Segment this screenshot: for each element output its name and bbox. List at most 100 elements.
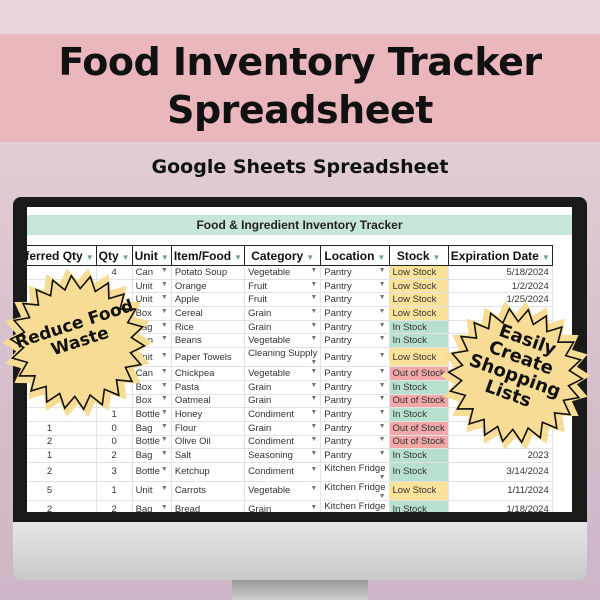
cell-location[interactable]: Pantry ▼ — [320, 394, 390, 409]
cell-category[interactable]: Vegetable ▼ — [244, 366, 322, 381]
dropdown-icon[interactable]: ▼ — [379, 281, 386, 288]
cell-location[interactable]: Pantry ▼ — [320, 333, 390, 349]
dropdown-icon[interactable]: ▼ — [310, 368, 317, 375]
dropdown-icon[interactable]: ▼ — [379, 382, 386, 389]
cell-category[interactable]: Vegetable ▼ — [244, 333, 322, 349]
column-header[interactable]: Item/Food ▼ — [170, 245, 246, 266]
dropdown-icon[interactable]: ▼ — [379, 423, 386, 430]
cell-category[interactable]: Cleaning Supply ▼ — [244, 347, 322, 368]
filter-icon[interactable]: ▼ — [234, 253, 242, 262]
cell-location[interactable]: Pantry ▼ — [320, 366, 390, 381]
column-header[interactable]: Qty ▼ — [95, 245, 133, 266]
cell-category[interactable]: Grain ▼ — [244, 306, 322, 321]
cell-location[interactable]: Kitchen Fridge▼ — [320, 462, 390, 482]
cell-unit[interactable]: Bottle ▼ — [132, 462, 172, 482]
cell-location[interactable]: Kitchen Fridge▼ — [320, 481, 390, 501]
column-header[interactable]: Location ▼ — [320, 245, 390, 266]
cell-location[interactable]: Pantry ▼ — [320, 320, 390, 335]
cell-stock[interactable]: Low Stock — [389, 265, 449, 280]
column-header[interactable]: Category ▼ — [244, 245, 322, 266]
dropdown-icon[interactable]: ▼ — [161, 423, 168, 430]
column-header[interactable]: Stock ▼ — [388, 245, 449, 266]
column-header[interactable]: Preferred Qty▼ — [27, 245, 97, 266]
cell-location[interactable]: Pantry ▼ — [320, 306, 390, 321]
dropdown-icon[interactable]: ▼ — [310, 308, 317, 315]
dropdown-icon[interactable]: ▼ — [161, 322, 168, 329]
cell-location[interactable]: Pantry ▼ — [320, 435, 390, 450]
cell-location[interactable]: Pantry ▼ — [320, 421, 390, 436]
dropdown-icon[interactable]: ▼ — [379, 335, 386, 342]
cell-stock[interactable]: Low Stock — [389, 481, 449, 501]
cell-location[interactable]: Kitchen Fridge▼ — [320, 500, 390, 512]
cell-unit[interactable]: Bag▼ — [132, 500, 172, 512]
dropdown-icon[interactable]: ▼ — [161, 368, 168, 375]
cell-location[interactable]: Pantry ▼ — [320, 347, 390, 368]
cell-category[interactable]: Condiment ▼ — [244, 462, 322, 482]
dropdown-icon[interactable]: ▼ — [161, 395, 168, 402]
dropdown-icon[interactable]: ▼ — [310, 504, 317, 511]
dropdown-icon[interactable]: ▼ — [310, 382, 317, 389]
dropdown-icon[interactable]: ▼ — [161, 352, 168, 359]
filter-icon[interactable]: ▼ — [122, 253, 130, 262]
dropdown-icon[interactable]: ▼ — [161, 436, 168, 443]
cell-location[interactable]: Pantry ▼ — [320, 292, 390, 308]
dropdown-icon[interactable]: ▼ — [379, 308, 386, 315]
cell-unit[interactable]: Bag▼ — [132, 421, 172, 436]
cell-stock[interactable]: In Stock — [389, 500, 449, 512]
filter-icon[interactable]: ▼ — [161, 253, 169, 262]
cell-category[interactable]: Condiment ▼ — [244, 435, 322, 450]
cell-category[interactable]: Fruit ▼ — [244, 292, 322, 308]
dropdown-icon[interactable]: ▼ — [310, 423, 317, 430]
cell-category[interactable]: Vegetable ▼ — [244, 265, 322, 280]
cell-category[interactable]: Vegetable ▼ — [244, 481, 322, 501]
dropdown-icon[interactable]: ▼ — [161, 281, 168, 288]
cell-unit[interactable]: Unit ▼ — [132, 481, 172, 501]
cell-category[interactable]: Condiment ▼ — [244, 407, 322, 422]
dropdown-icon[interactable]: ▼ — [310, 485, 317, 492]
filter-icon[interactable]: ▼ — [542, 253, 550, 262]
dropdown-icon[interactable]: ▼ — [310, 335, 317, 342]
filter-icon[interactable]: ▼ — [433, 253, 441, 262]
cell-category[interactable]: Grain ▼ — [244, 380, 322, 395]
dropdown-icon[interactable]: ▼ — [161, 267, 168, 274]
cell-location[interactable]: Pantry ▼ — [320, 448, 390, 463]
cell-unit[interactable]: Bag▼ — [132, 448, 172, 463]
dropdown-icon[interactable]: ▼ — [379, 436, 386, 443]
dropdown-icon[interactable]: ▼ — [310, 267, 317, 274]
dropdown-icon[interactable]: ▼ — [310, 359, 317, 366]
cell-location[interactable]: Pantry ▼ — [320, 265, 390, 280]
dropdown-icon[interactable]: ▼ — [379, 409, 386, 416]
filter-icon[interactable]: ▼ — [86, 253, 94, 262]
cell-stock[interactable]: Low Stock — [389, 279, 449, 294]
dropdown-icon[interactable]: ▼ — [310, 281, 317, 288]
dropdown-icon[interactable]: ▼ — [379, 294, 386, 301]
dropdown-icon[interactable]: ▼ — [379, 267, 386, 274]
cell-category[interactable]: Grain ▼ — [244, 320, 322, 335]
cell-category[interactable]: Grain ▼ — [244, 500, 322, 512]
dropdown-icon[interactable]: ▼ — [310, 322, 317, 329]
cell-category[interactable]: Grain ▼ — [244, 421, 322, 436]
dropdown-icon[interactable]: ▼ — [161, 335, 168, 342]
cell-category[interactable]: Grain ▼ — [244, 394, 322, 409]
dropdown-icon[interactable]: ▼ — [310, 294, 317, 301]
dropdown-icon[interactable]: ▼ — [310, 409, 317, 416]
dropdown-icon[interactable]: ▼ — [310, 466, 317, 473]
column-header[interactable]: Expiration Date ▼ — [447, 245, 553, 266]
dropdown-icon[interactable]: ▼ — [379, 493, 386, 500]
dropdown-icon[interactable]: ▼ — [161, 308, 168, 315]
cell-category[interactable]: Seasoning ▼ — [244, 448, 322, 463]
dropdown-icon[interactable]: ▼ — [161, 382, 168, 389]
cell-stock[interactable]: In Stock — [389, 462, 449, 482]
dropdown-icon[interactable]: ▼ — [161, 485, 168, 492]
cell-category[interactable]: Fruit ▼ — [244, 279, 322, 294]
dropdown-icon[interactable]: ▼ — [161, 450, 168, 457]
dropdown-icon[interactable]: ▼ — [379, 450, 386, 457]
filter-icon[interactable]: ▼ — [306, 253, 314, 262]
dropdown-icon[interactable]: ▼ — [310, 450, 317, 457]
dropdown-icon[interactable]: ▼ — [379, 322, 386, 329]
dropdown-icon[interactable]: ▼ — [379, 395, 386, 402]
dropdown-icon[interactable]: ▼ — [379, 368, 386, 375]
dropdown-icon[interactable]: ▼ — [310, 395, 317, 402]
cell-location[interactable]: Pantry ▼ — [320, 279, 390, 294]
dropdown-icon[interactable]: ▼ — [161, 409, 168, 416]
